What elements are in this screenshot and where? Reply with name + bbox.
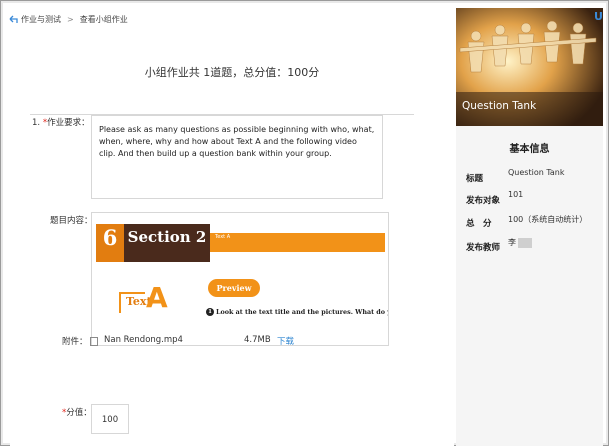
preview-task-badge: Preview task xyxy=(208,279,260,311)
basic-info-title: 基本信息 xyxy=(509,144,550,155)
score-label: 分值： xyxy=(66,408,92,418)
breadcrumb-item-view-group-homework: 查看小组作业 xyxy=(79,14,128,24)
breadcrumb-item-homework[interactable]: 作业与测试 xyxy=(21,14,61,25)
u-mark: U xyxy=(594,10,603,23)
attachment-label: 附件： xyxy=(62,337,88,347)
question-number: 1. xyxy=(32,118,41,128)
breadcrumb-separator: > xyxy=(67,14,74,24)
info-key-total-score: 总 分 xyxy=(466,219,492,229)
section-number: 6 xyxy=(102,225,118,250)
file-size: 4.7MB xyxy=(244,335,271,345)
file-icon xyxy=(90,337,98,346)
instruction-line: 1 Look at the text title and the pictures… xyxy=(206,308,388,316)
requirement-textarea[interactable]: Please ask as many questions as possible… xyxy=(91,115,383,199)
question-content-image: 6 Section 2 Text A Text A Preview task 1… xyxy=(91,212,389,346)
content-label: 题目内容： xyxy=(50,216,93,226)
section-title: Section 2 xyxy=(127,228,207,246)
info-key-target: 发布对象 xyxy=(466,196,501,206)
banner-title: Question Tank xyxy=(462,100,537,112)
score-label-wrap: *分值： xyxy=(62,406,92,418)
score-input[interactable]: 100 xyxy=(91,404,129,434)
instruction-text: Look at the text title and the pictures.… xyxy=(216,308,388,316)
info-value-total-score: 100（系统自动统计） xyxy=(508,215,588,224)
info-value-title: Question Tank xyxy=(508,168,565,177)
text-a-small-label: Text A xyxy=(215,234,231,240)
redacted-name-block xyxy=(518,238,532,248)
back-arrow-icon[interactable] xyxy=(8,14,18,24)
instruction-number: 1 xyxy=(206,308,214,316)
info-key-title: 标题 xyxy=(466,174,484,184)
requirement-label: 作业要求： xyxy=(47,118,90,128)
homework-summary: 小组作业共 1道题，总分值：100分 xyxy=(144,66,320,79)
file-name: Nan Rendong.mp4 xyxy=(104,335,183,345)
download-link[interactable]: 下载 xyxy=(277,335,294,347)
question-number-label: 1. *作业要求： xyxy=(32,116,90,128)
breadcrumb: 作业与测试 > 查看小组作业 xyxy=(8,10,128,28)
info-value-target: 101 xyxy=(508,190,524,199)
main-panel: 小组作业共 1道题，总分值：100分 1. *作业要求： Please ask … xyxy=(10,28,454,446)
text-letter-a: A xyxy=(146,281,168,314)
info-key-teacher: 发布教师 xyxy=(466,243,501,253)
info-value-teacher: 李 xyxy=(508,238,516,247)
